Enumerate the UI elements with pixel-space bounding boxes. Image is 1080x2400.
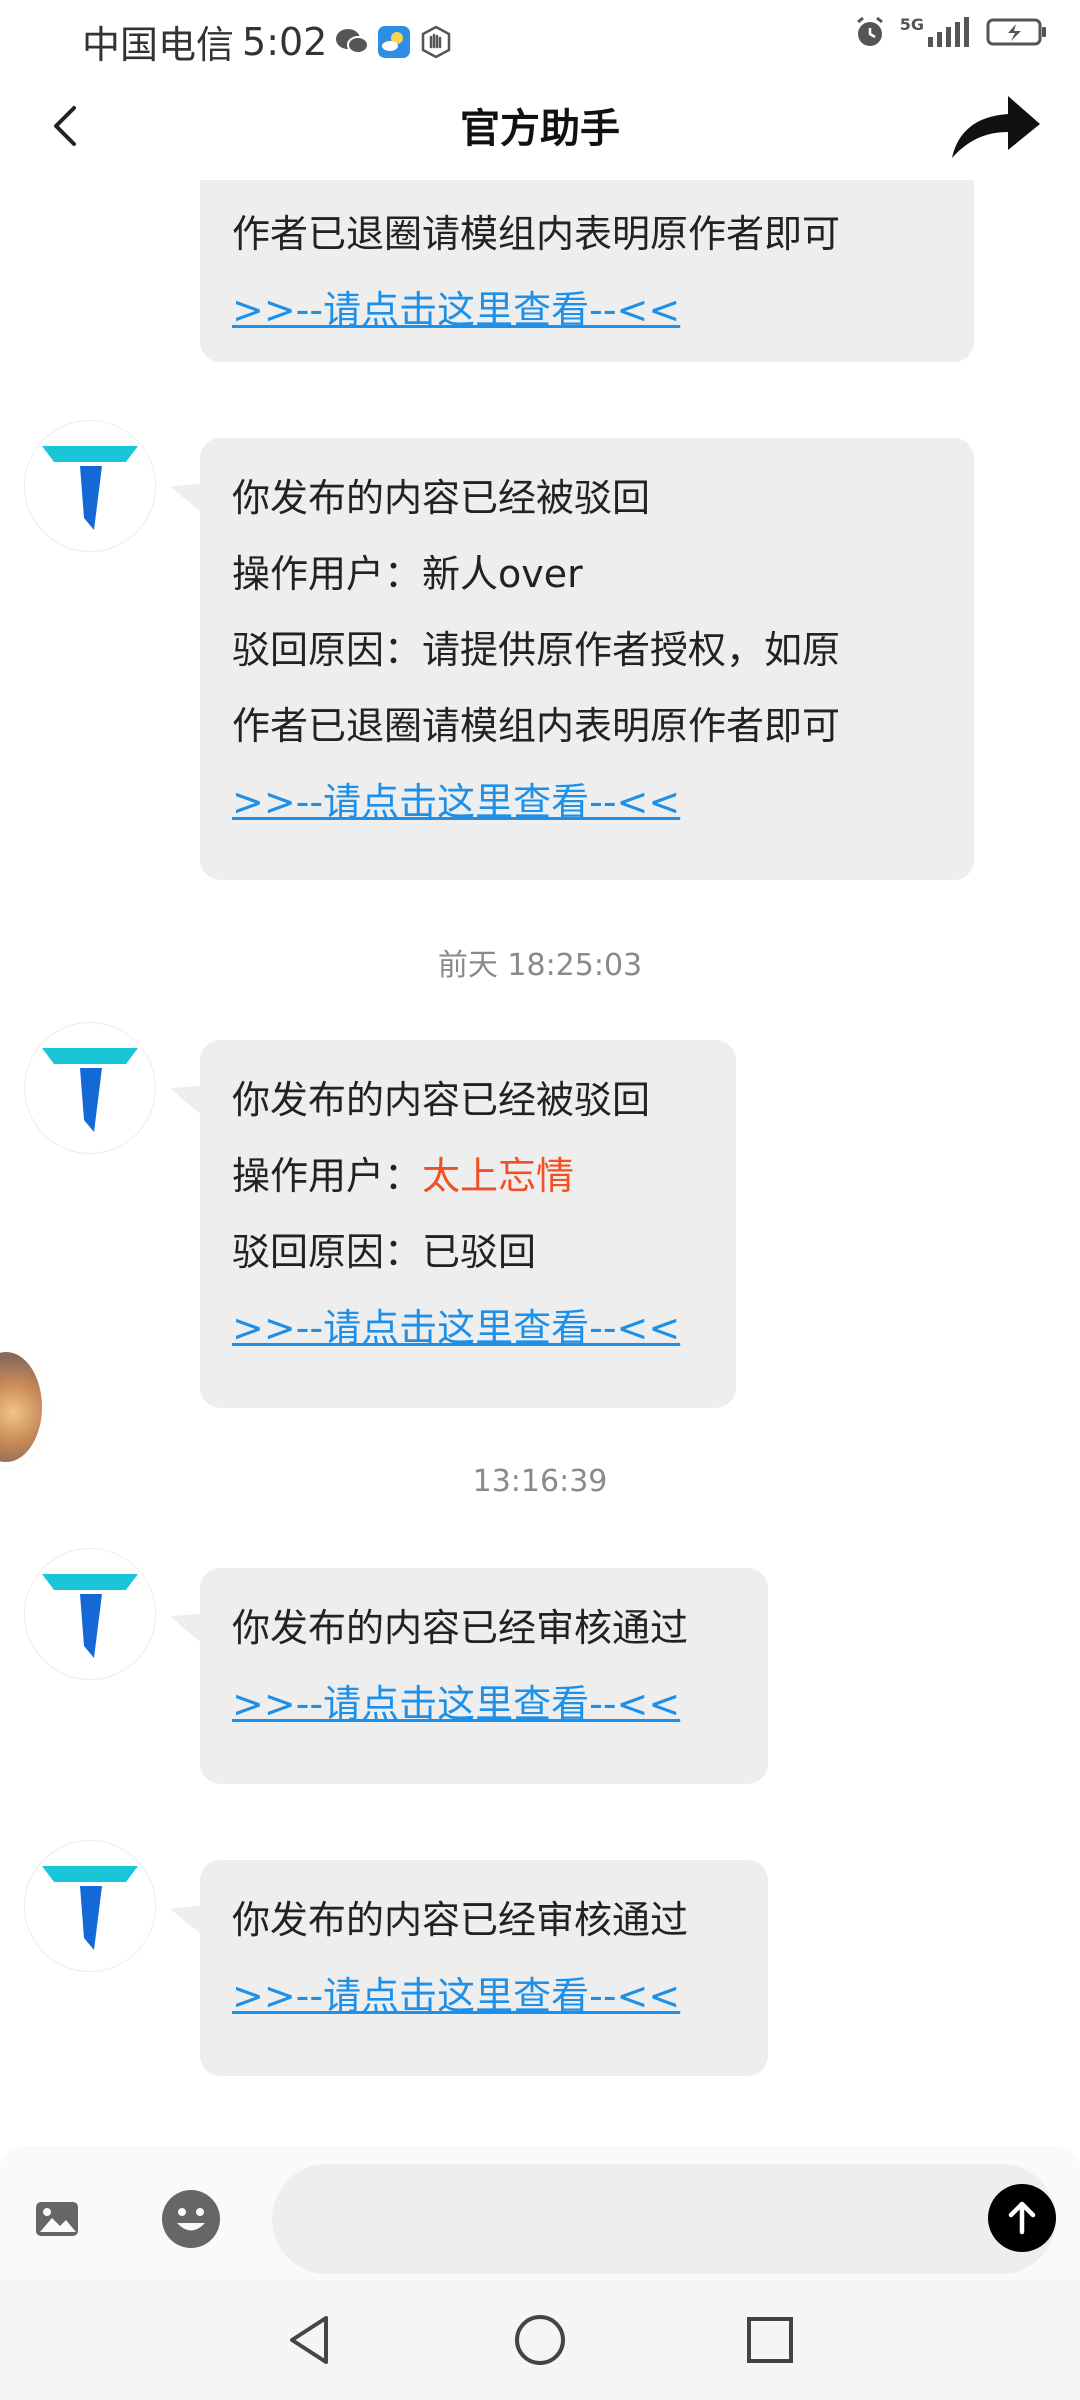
page-title: 官方助手 — [460, 106, 620, 152]
message-line: 驳回原因：请提供原作者授权，如原 — [232, 628, 841, 672]
emoji-icon — [162, 2190, 220, 2248]
message-link[interactable]: >>--请点击这里查看--<< — [232, 764, 942, 840]
chat-header: 官方助手 — [0, 72, 1080, 180]
hand-icon — [419, 25, 453, 59]
clock: 5:02 — [242, 19, 328, 64]
message-bubble: 你发布的内容已经审核通过 >>--请点击这里查看--<< — [200, 1860, 768, 2076]
operator-name[interactable]: 太上忘情 — [422, 1154, 574, 1198]
nav-back-button[interactable] — [280, 2310, 340, 2370]
nav-back-icon — [290, 2316, 328, 2364]
alarm-icon — [852, 14, 888, 54]
image-button[interactable] — [34, 2196, 80, 2242]
message-link[interactable]: >>--请点击这里查看--<< — [232, 1666, 736, 1742]
avatar[interactable] — [24, 1840, 156, 1972]
weather-icon — [377, 25, 411, 59]
carrier-name: 中国电信 — [82, 23, 235, 67]
timestamp: 前天 18:25:03 — [437, 948, 643, 983]
message-line: 操作用户：新人over — [232, 552, 583, 596]
avatar[interactable] — [24, 1022, 156, 1154]
message-bubble: 你发布的内容已经审核通过 >>--请点击这里查看--<< — [200, 1568, 768, 1784]
message-bubble: 你发布的内容已经被驳回 操作用户：新人over 驳回原因：请提供原作者授权，如原… — [200, 438, 974, 880]
message-bubble: 作者已退圈请模组内表明原作者即可 >>--请点击这里查看--<< — [200, 180, 974, 362]
input-bar — [0, 2150, 1080, 2280]
message-line: 驳回原因：已驳回 — [232, 1230, 537, 1274]
operator-label: 操作用户： — [232, 1154, 423, 1198]
status-left: 中国电信 5:02 — [82, 14, 453, 69]
nav-recents-button[interactable] — [740, 2310, 800, 2370]
message-line: 你发布的内容已经审核通过 — [232, 1898, 689, 1942]
wechat-icon — [335, 25, 370, 59]
message-line: 你发布的内容已经被驳回 — [232, 1078, 651, 1122]
emoji-button[interactable] — [160, 2188, 222, 2250]
nav-home-button[interactable] — [510, 2310, 570, 2370]
status-right: 5G — [852, 14, 1048, 54]
message-line: 作者已退圈请模组内表明原作者即可 — [232, 704, 841, 748]
message-line: 作者已退圈请模组内表明原作者即可 — [232, 212, 841, 256]
image-icon — [36, 2202, 78, 2236]
network-type: 5G — [899, 14, 924, 34]
t-logo-icon — [42, 1866, 138, 1950]
battery-icon — [986, 16, 1048, 52]
timestamp: 13:16:39 — [472, 1464, 608, 1499]
send-arrow-icon — [1008, 2201, 1036, 2235]
nav-recents-icon — [747, 2317, 793, 2363]
chat-area[interactable]: 作者已退圈请模组内表明原作者即可 >>--请点击这里查看--<< 你发布的内容已… — [0, 180, 1080, 2140]
t-logo-icon — [42, 1574, 138, 1658]
message-input[interactable] — [272, 2164, 1056, 2274]
system-nav-bar — [0, 2280, 1080, 2400]
message-link[interactable]: >>--请点击这里查看--<< — [232, 1958, 736, 2034]
t-logo-icon — [42, 1048, 138, 1132]
avatar[interactable] — [24, 420, 156, 552]
t-logo-icon — [42, 446, 138, 530]
operator-line: 操作用户：太上忘情 — [232, 1138, 704, 1214]
message-link[interactable]: >>--请点击这里查看--<< — [232, 272, 942, 348]
signal-icon — [926, 15, 974, 53]
status-bar: 中国电信 5:02 5G — [0, 0, 1080, 72]
send-button[interactable] — [988, 2184, 1056, 2252]
message-bubble: 你发布的内容已经被驳回 操作用户：太上忘情 驳回原因：已驳回 >>--请点击这里… — [200, 1040, 736, 1408]
message-link[interactable]: >>--请点击这里查看--<< — [232, 1290, 704, 1366]
message-line: 你发布的内容已经被驳回 — [232, 476, 651, 520]
avatar[interactable] — [24, 1548, 156, 1680]
share-button[interactable] — [948, 90, 1044, 164]
message-line: 你发布的内容已经审核通过 — [232, 1606, 689, 1650]
nav-home-icon — [515, 2315, 565, 2365]
share-arrow-icon — [952, 96, 1040, 158]
